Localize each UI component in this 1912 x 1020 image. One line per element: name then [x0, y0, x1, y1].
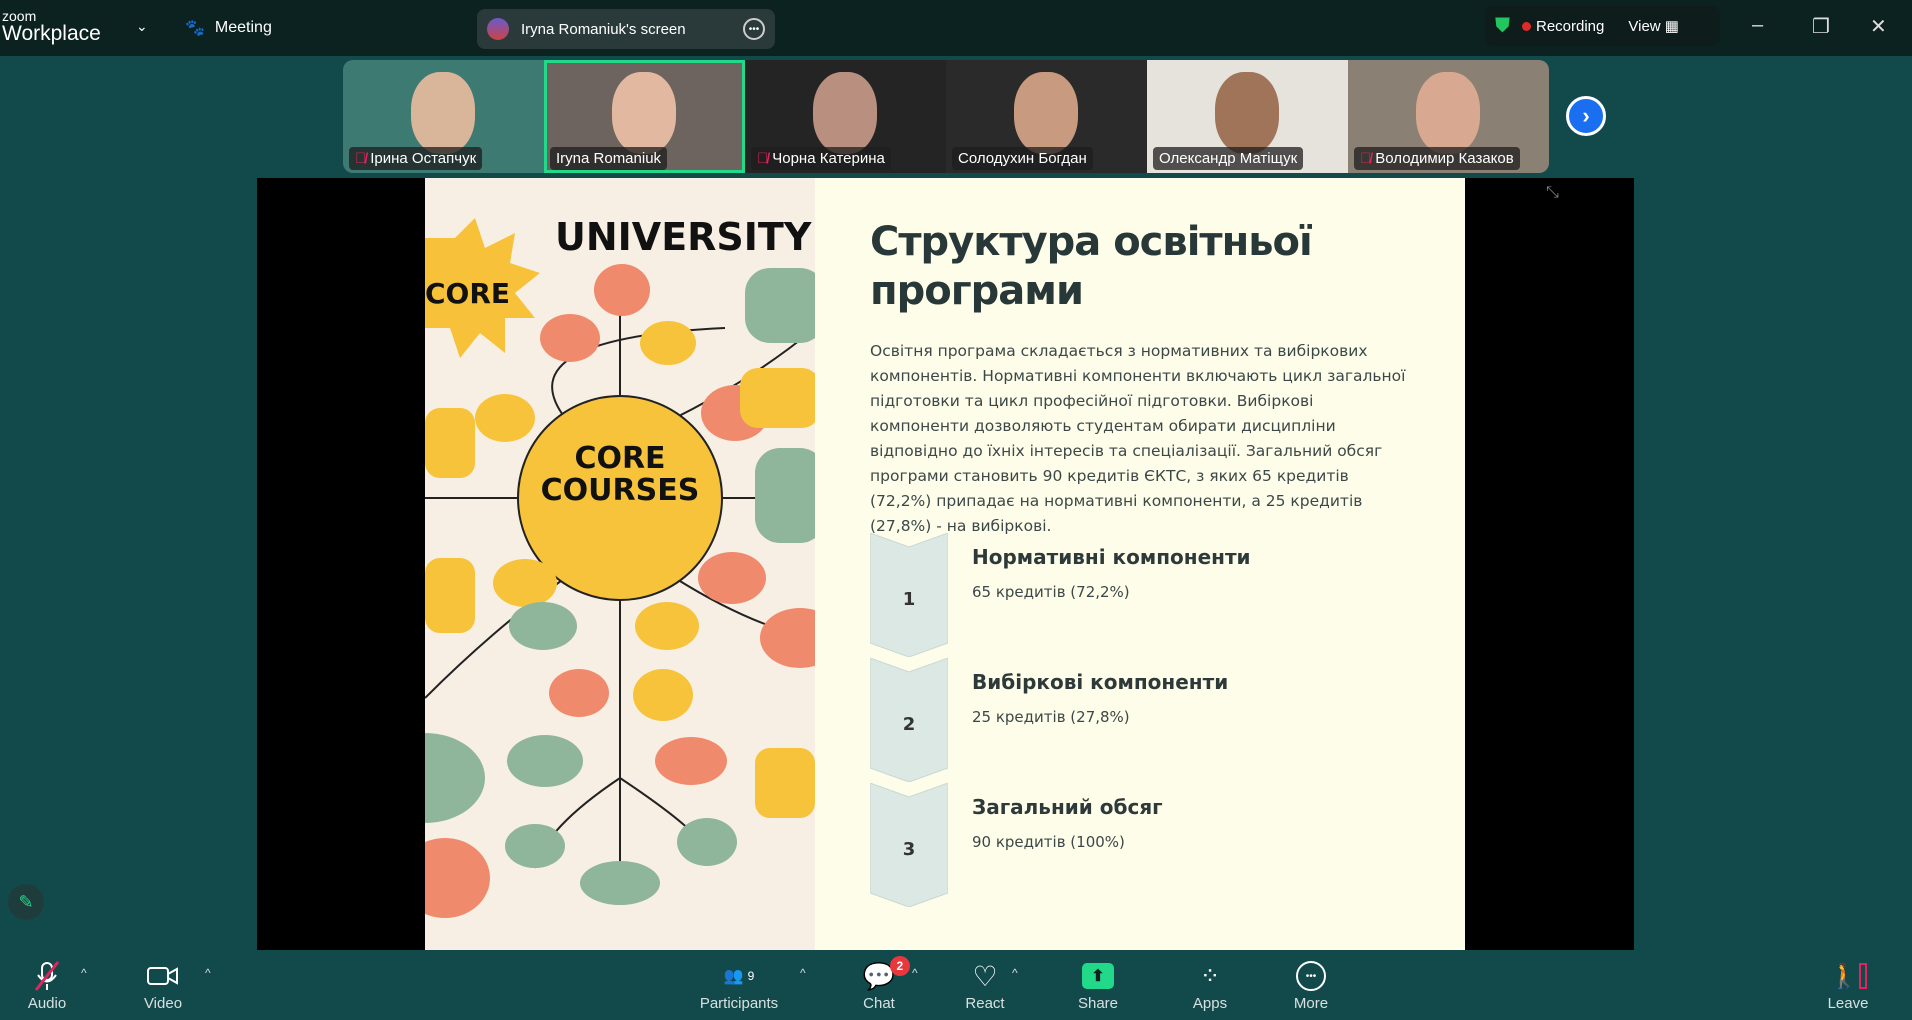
- step-number: 3: [903, 839, 916, 860]
- more-options-icon[interactable]: •••: [743, 18, 765, 40]
- step-title: Нормативні компоненти: [972, 545, 1251, 569]
- leave-button[interactable]: 🚶 Leave: [1803, 960, 1893, 1013]
- participant-tile[interactable]: 🎙̸ Ірина Остапчук: [343, 60, 544, 173]
- zoom-logo: zoom Workplace: [2, 8, 101, 45]
- audio-button[interactable]: Audio: [2, 960, 92, 1012]
- participant-video: [411, 72, 475, 154]
- slide-illustration: UNIVERSITY CORE CORE COURSES: [425, 178, 815, 950]
- participant-video: [612, 72, 676, 154]
- slide-paragraph: Освітня програма складається з нормативн…: [870, 342, 1406, 535]
- participant-name: Iryna Romaniuk: [550, 147, 668, 170]
- svg-text:COURSES: COURSES: [541, 473, 700, 508]
- participant-name: 🎙̸ Чорна Катерина: [751, 147, 891, 170]
- participant-name: Солодухин Богдан: [952, 147, 1093, 170]
- participant-tile[interactable]: Олександр Матіщук: [1147, 60, 1348, 173]
- participant-video: [813, 72, 877, 154]
- participant-name: 🎙̸ Ірина Остапчук: [349, 147, 483, 170]
- participant-strip: 🎙̸ Ірина Остапчук Iryna Romaniuk 🎙̸ Чорна Ка…: [343, 60, 1549, 173]
- illustration-heading: UNIVERSITY: [555, 215, 812, 259]
- chevron-down-icon[interactable]: ⌄: [136, 18, 148, 35]
- participant-tile[interactable]: 🎙̸ Володимир Казаков: [1348, 60, 1549, 173]
- step-title: Вибіркові компоненти: [972, 670, 1229, 694]
- step-chevron: 1: [869, 532, 949, 658]
- meeting-menu[interactable]: 🐾 Meeting: [185, 18, 272, 38]
- participant-video: [1416, 72, 1480, 154]
- step-chevron: 2: [869, 657, 949, 783]
- shield-check-icon: ⛊: [1495, 14, 1510, 37]
- annotate-pencil-button[interactable]: ✎: [8, 884, 44, 920]
- paw-icon: 🐾: [185, 20, 205, 37]
- participant-tile[interactable]: 🎙̸ Чорна Катерина: [745, 60, 946, 173]
- slide-title: Структура освітньої програми: [870, 219, 1313, 314]
- react-options-caret[interactable]: ^: [1012, 966, 1018, 980]
- heart-icon: ♡: [972, 960, 998, 992]
- participants-button[interactable]: 👥 9 Participants: [694, 960, 784, 1012]
- recording-dot-icon: [1522, 21, 1531, 31]
- step-number: 1: [903, 589, 916, 610]
- view-button[interactable]: View ▦: [1628, 17, 1679, 35]
- audio-options-caret[interactable]: ^: [81, 966, 87, 980]
- step-subtitle: 90 кредитів (100%): [972, 833, 1125, 851]
- leave-door-icon: 🚶: [1829, 960, 1867, 992]
- restore-button[interactable]: ❐: [1812, 14, 1830, 39]
- video-button[interactable]: Video: [118, 960, 208, 1012]
- participant-tile[interactable]: Солодухин Богдан: [946, 60, 1147, 173]
- participant-video: [1215, 72, 1279, 154]
- participant-name: Олександр Матіщук: [1153, 147, 1304, 170]
- step-subtitle: 25 кредитів (27,8%): [972, 708, 1130, 726]
- step-subtitle: 65 кредитів (72,2%): [972, 583, 1130, 601]
- more-dots-icon: •••: [1296, 960, 1326, 992]
- step-title: Загальний обсяг: [972, 795, 1163, 819]
- mic-muted-icon: 🎙̸: [757, 150, 769, 167]
- participant-name: 🎙̸ Володимир Казаков: [1354, 147, 1520, 170]
- minimize-button[interactable]: –: [1752, 14, 1763, 37]
- next-page-button[interactable]: ›: [1566, 96, 1606, 136]
- chat-unread-badge: 2: [889, 956, 910, 976]
- mic-muted-icon: 🎙̸: [355, 150, 367, 167]
- participants-icon: 👥 9: [723, 968, 755, 985]
- chat-bubble-icon: 💬 2: [863, 956, 910, 992]
- avatar: [487, 18, 509, 40]
- participant-tile[interactable]: Iryna Romaniuk: [544, 60, 745, 173]
- recording-status[interactable]: ⛊ Recording View ▦: [1485, 6, 1720, 46]
- apps-button[interactable]: ⁘ Apps: [1165, 960, 1255, 1013]
- share-screen-icon: ⬆: [1082, 960, 1114, 992]
- screen-share-pill[interactable]: Iryna Romaniuk's screen •••: [477, 9, 775, 49]
- svg-text:CORE: CORE: [425, 277, 510, 310]
- video-camera-icon: [146, 960, 180, 992]
- step-number: 2: [903, 714, 916, 735]
- video-options-caret[interactable]: ^: [205, 966, 211, 980]
- step-chevron: 3: [869, 782, 949, 908]
- share-button[interactable]: ⬆ Share: [1053, 960, 1143, 1012]
- close-button[interactable]: ✕: [1870, 14, 1887, 39]
- exit-fullscreen-icon[interactable]: ⤡: [1546, 184, 1559, 202]
- more-button[interactable]: ••• More: [1266, 960, 1356, 1012]
- svg-text:CORE: CORE: [574, 441, 665, 476]
- apps-icon: ⁘: [1199, 962, 1221, 990]
- chevron-right-icon: ›: [1582, 103, 1590, 128]
- chat-options-caret[interactable]: ^: [912, 966, 918, 980]
- participants-options-caret[interactable]: ^: [800, 966, 806, 980]
- chat-button[interactable]: 💬 2 Chat: [834, 956, 924, 1012]
- mic-muted-icon: 🎙̸: [1360, 150, 1372, 167]
- microphone-muted-icon: [32, 960, 62, 992]
- participant-video: [1014, 72, 1078, 154]
